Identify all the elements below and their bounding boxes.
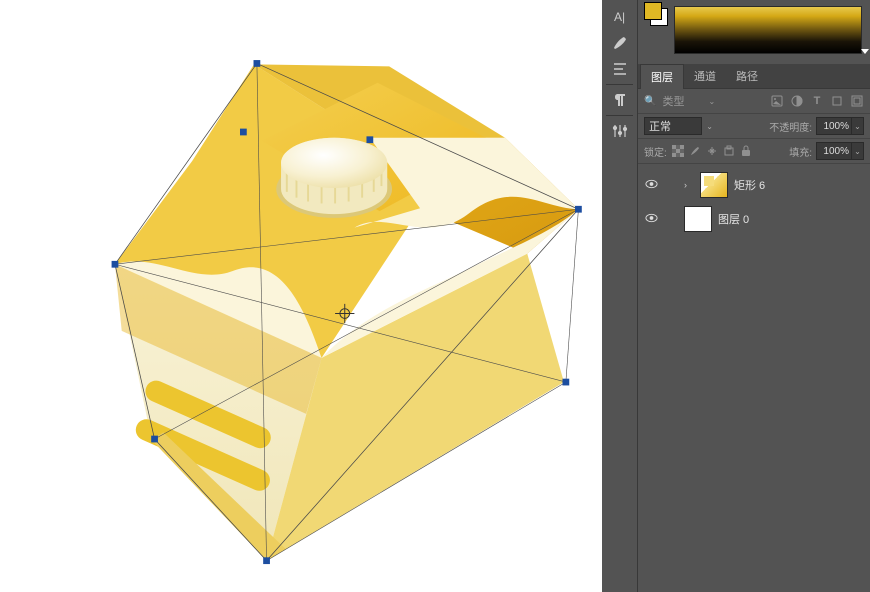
color-picker-area[interactable]: [638, 0, 870, 64]
fill-stroke-swatches[interactable]: [644, 2, 668, 26]
layer-thumbnail[interactable]: [700, 172, 728, 198]
filter-shape-icon[interactable]: [830, 94, 844, 108]
artwork-transform[interactable]: [30, 20, 590, 580]
layer-name[interactable]: 图层 0: [718, 211, 864, 227]
lock-position-icon[interactable]: [705, 144, 719, 158]
layers-list: › 矩形 6 图层 0: [638, 164, 870, 592]
paragraph-tool-icon[interactable]: [602, 87, 638, 113]
layer-thumbnail[interactable]: [684, 206, 712, 232]
panel-tabs: 图层 通道 路径: [638, 64, 870, 89]
layer-filter-row: 🔍 类型 ⌄ T: [638, 89, 870, 114]
visibility-toggle[interactable]: [644, 176, 658, 194]
lock-label: 锁定:: [644, 144, 667, 159]
visibility-toggle[interactable]: [644, 210, 658, 228]
brush-tool-icon[interactable]: [602, 30, 638, 56]
chevron-down-icon[interactable]: ⌄: [708, 97, 715, 106]
chevron-down-icon[interactable]: ⌄: [852, 117, 864, 135]
tab-layers[interactable]: 图层: [640, 64, 684, 89]
svg-text:A|: A|: [614, 10, 625, 24]
chevron-down-icon[interactable]: ⌄: [706, 122, 713, 131]
chevron-down-icon[interactable]: ⌄: [852, 142, 864, 160]
gradient-ramp[interactable]: [674, 6, 862, 54]
opacity-input[interactable]: [816, 117, 852, 135]
layer-item-layer-0[interactable]: 图层 0: [638, 202, 870, 236]
tab-paths[interactable]: 路径: [726, 64, 768, 88]
cap-top: [281, 138, 387, 188]
text-tool-icon[interactable]: A|: [602, 4, 638, 30]
tab-channels[interactable]: 通道: [684, 64, 726, 88]
filter-adjustment-icon[interactable]: [790, 94, 804, 108]
blend-mode-dropdown[interactable]: 正常: [644, 117, 702, 135]
fill-label: 填充:: [789, 144, 812, 159]
lock-row: 锁定: 填充: ⌄: [638, 139, 870, 164]
lock-paint-icon[interactable]: [688, 144, 702, 158]
blend-mode-row: 正常 ⌄ 不透明度: ⌄: [638, 114, 870, 139]
transform-handle[interactable]: [264, 558, 270, 564]
layer-item-rectangle-6[interactable]: › 矩形 6: [638, 168, 870, 202]
lock-transparency-icon[interactable]: [671, 144, 685, 158]
adjustments-tool-icon[interactable]: [602, 118, 638, 144]
filter-type-label[interactable]: 类型: [662, 93, 702, 109]
canvas-area[interactable]: [0, 0, 602, 592]
side-toolbar: A|: [602, 0, 638, 592]
opacity-label: 不透明度:: [769, 119, 812, 134]
transform-handle[interactable]: [254, 61, 260, 67]
transform-handle[interactable]: [152, 436, 158, 442]
transform-handle[interactable]: [240, 129, 246, 135]
lock-artboard-icon[interactable]: [722, 144, 736, 158]
fill-opacity-input[interactable]: [816, 142, 852, 160]
transform-handle[interactable]: [367, 137, 373, 143]
align-tool-icon[interactable]: [602, 56, 638, 82]
filter-text-icon[interactable]: T: [810, 94, 824, 108]
layer-name[interactable]: 矩形 6: [734, 177, 864, 193]
transform-handle[interactable]: [563, 379, 569, 385]
expand-toggle[interactable]: ›: [684, 180, 694, 190]
transform-handle[interactable]: [112, 261, 118, 267]
search-icon[interactable]: 🔍: [644, 96, 656, 107]
filter-smart-icon[interactable]: [850, 94, 864, 108]
lock-all-icon[interactable]: [739, 144, 753, 158]
panels-stack: 图层 通道 路径 🔍 类型 ⌄ T 正常 ⌄ 不透明度: ⌄: [638, 0, 870, 592]
right-panel: A| 图层 通道 路径 🔍 类型 ⌄ T: [602, 0, 870, 592]
filter-image-icon[interactable]: [770, 94, 784, 108]
fill-swatch[interactable]: [644, 2, 662, 20]
transform-handle[interactable]: [576, 206, 582, 212]
